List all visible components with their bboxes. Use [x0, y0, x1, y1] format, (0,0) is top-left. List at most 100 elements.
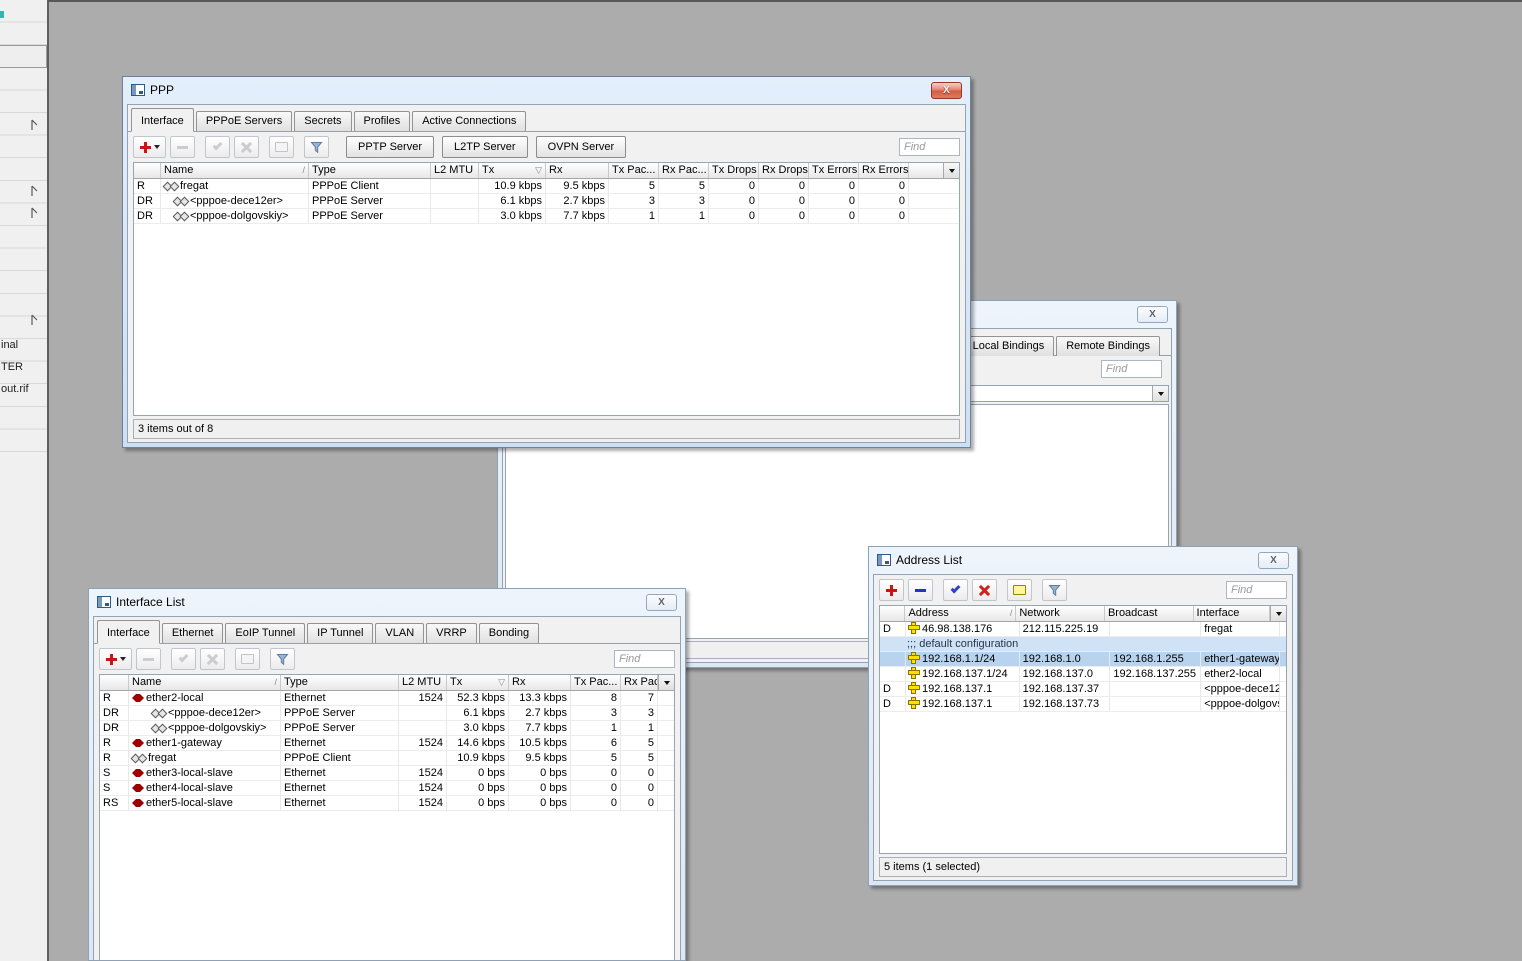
- find-input[interactable]: [1226, 581, 1287, 599]
- tab-interface[interactable]: Interface: [131, 108, 194, 132]
- col-tx[interactable]: Tx ▽: [447, 675, 509, 690]
- enable-button[interactable]: [171, 648, 196, 670]
- table-row[interactable]: S ether3-local-slave Ethernet 1524 0 bps…: [100, 766, 674, 781]
- table-row[interactable]: D 192.168.137.1 192.168.137.73 <pppoe-do…: [880, 697, 1286, 712]
- comment-row[interactable]: ;;; default configuration: [880, 637, 1286, 652]
- col-rx-packets[interactable]: Rx Pac...: [659, 163, 709, 178]
- l2tp-server-button[interactable]: L2TP Server: [442, 136, 528, 158]
- col-name[interactable]: Name /: [161, 163, 309, 178]
- tab-secrets[interactable]: Secrets: [294, 111, 352, 131]
- col-name[interactable]: Name /: [129, 675, 281, 690]
- comment-button[interactable]: [235, 648, 260, 670]
- col-type[interactable]: Type: [309, 163, 431, 178]
- close-button[interactable]: X: [931, 82, 962, 99]
- disable-button[interactable]: [972, 579, 997, 601]
- col-interface[interactable]: Interface: [1194, 606, 1271, 621]
- filter-button[interactable]: [270, 648, 295, 670]
- tab-ethernet[interactable]: Ethernet: [161, 623, 224, 643]
- sidebar-item-metarouter[interactable]: TER: [1, 360, 47, 374]
- close-button[interactable]: X: [646, 594, 677, 611]
- tab-remote-bindings[interactable]: Remote Bindings: [1056, 336, 1160, 356]
- col-l2mtu[interactable]: L2 MTU: [431, 163, 479, 178]
- col-tx-errors[interactable]: Tx Errors: [809, 163, 859, 178]
- tab-interface[interactable]: Interface: [97, 620, 160, 644]
- col-rx[interactable]: Rx: [546, 163, 609, 178]
- find-input[interactable]: [899, 138, 960, 156]
- add-button[interactable]: [879, 579, 904, 601]
- remove-button[interactable]: [136, 648, 161, 670]
- tab-pppoe-servers[interactable]: PPPoE Servers: [195, 111, 293, 131]
- tab-vlan[interactable]: VLAN: [375, 623, 425, 643]
- disable-button[interactable]: [200, 648, 225, 670]
- table-row[interactable]: R ether2-local Ethernet 1524 52.3 kbps 1…: [100, 691, 674, 706]
- address-list-titlebar[interactable]: Address List X: [869, 547, 1297, 574]
- table-row[interactable]: DR <pppoe-dolgovskiy> PPPoE Server 3.0 k…: [134, 209, 959, 224]
- sidebar-item-make-supout[interactable]: out.rif: [1, 382, 47, 396]
- col-flags[interactable]: [134, 163, 161, 178]
- table-row[interactable]: RS ether5-local-slave Ethernet 1524 0 bp…: [100, 796, 674, 811]
- col-tx-packets[interactable]: Tx Pac...: [609, 163, 659, 178]
- disable-button[interactable]: [234, 136, 259, 158]
- col-broadcast[interactable]: Broadcast: [1105, 606, 1194, 621]
- col-rx-drops[interactable]: Rx Drops: [759, 163, 809, 178]
- tab-vrrp[interactable]: VRRP: [426, 623, 477, 643]
- sidebar-selected-item[interactable]: [0, 45, 47, 68]
- pptp-server-button[interactable]: PPTP Server: [346, 136, 434, 158]
- close-button[interactable]: X: [1258, 552, 1289, 569]
- cell-tx: 0 bps: [447, 781, 509, 795]
- table-row-selected[interactable]: 192.168.1.1/24 192.168.1.0 192.168.1.255…: [880, 652, 1286, 667]
- find-input[interactable]: [1101, 360, 1162, 378]
- column-selector-button[interactable]: [658, 675, 674, 690]
- column-selector-button[interactable]: [943, 163, 959, 178]
- tab-local-bindings[interactable]: Local Bindings: [962, 336, 1055, 356]
- tab-bonding[interactable]: Bonding: [478, 623, 540, 643]
- ppp-titlebar[interactable]: PPP X: [123, 77, 970, 104]
- ovpn-server-button[interactable]: OVPN Server: [535, 136, 627, 158]
- enable-button[interactable]: [205, 136, 230, 158]
- filter-button[interactable]: [1042, 579, 1067, 601]
- col-type[interactable]: Type: [281, 675, 399, 690]
- filter-button[interactable]: [304, 136, 329, 158]
- table-row[interactable]: 192.168.137.1/24 192.168.137.0 192.168.1…: [880, 667, 1286, 682]
- remove-button[interactable]: [908, 579, 933, 601]
- table-row[interactable]: DR <pppoe-dece12er> PPPoE Server 6.1 kbp…: [134, 194, 959, 209]
- add-button[interactable]: [133, 136, 166, 158]
- table-row[interactable]: R fregat PPPoE Client 10.9 kbps 9.5 kbps…: [134, 179, 959, 194]
- col-flags[interactable]: [100, 675, 129, 690]
- table-row[interactable]: R fregat PPPoE Client 10.9 kbps 9.5 kbps…: [100, 751, 674, 766]
- cell-flags: DR: [100, 721, 129, 735]
- col-rx-packets[interactable]: Rx Pac.: [621, 675, 658, 690]
- comment-button[interactable]: [269, 136, 294, 158]
- cell-broadcast: 192.168.137.255: [1110, 667, 1202, 681]
- column-selector-button[interactable]: [1270, 606, 1286, 621]
- tab-eoip-tunnel[interactable]: EoIP Tunnel: [225, 623, 306, 643]
- table-row[interactable]: D 46.98.138.176 212.115.225.19 fregat: [880, 622, 1286, 637]
- col-tx-packets[interactable]: Tx Pac...: [571, 675, 621, 690]
- col-l2mtu[interactable]: L2 MTU: [399, 675, 447, 690]
- table-row[interactable]: DR <pppoe-dece12er> PPPoE Server 6.1 kbp…: [100, 706, 674, 721]
- find-input[interactable]: [614, 650, 675, 668]
- tab-active-connections[interactable]: Active Connections: [412, 111, 527, 131]
- table-row[interactable]: S ether4-local-slave Ethernet 1524 0 bps…: [100, 781, 674, 796]
- tab-ip-tunnel[interactable]: IP Tunnel: [307, 623, 374, 643]
- table-header: Name / Type L2 MTU Tx ▽ Rx Tx Pac... Rx Pa…: [100, 675, 674, 691]
- add-button[interactable]: [99, 648, 132, 670]
- remove-button[interactable]: [170, 136, 195, 158]
- col-rx-errors[interactable]: Rx Errors: [859, 163, 909, 178]
- col-address[interactable]: Address /: [905, 606, 1017, 621]
- tab-profiles[interactable]: Profiles: [353, 111, 411, 131]
- enable-button[interactable]: [943, 579, 968, 601]
- col-network[interactable]: Network: [1016, 606, 1105, 621]
- table-row[interactable]: R ether1-gateway Ethernet 1524 14.6 kbps…: [100, 736, 674, 751]
- interface-list-titlebar[interactable]: Interface List X: [89, 589, 685, 616]
- close-button[interactable]: X: [1137, 306, 1168, 323]
- comment-button[interactable]: [1007, 579, 1032, 601]
- table-row[interactable]: D 192.168.137.1 192.168.137.37 <pppoe-de…: [880, 682, 1286, 697]
- col-rx[interactable]: Rx: [509, 675, 571, 690]
- table-row[interactable]: DR <pppoe-dolgovskiy> PPPoE Server 3.0 k…: [100, 721, 674, 736]
- col-flags[interactable]: [880, 606, 906, 621]
- column-selector-button[interactable]: [1152, 386, 1168, 401]
- col-tx-drops[interactable]: Tx Drops: [709, 163, 759, 178]
- col-tx[interactable]: Tx ▽: [479, 163, 546, 178]
- sidebar-item-new-terminal[interactable]: inal: [1, 338, 47, 352]
